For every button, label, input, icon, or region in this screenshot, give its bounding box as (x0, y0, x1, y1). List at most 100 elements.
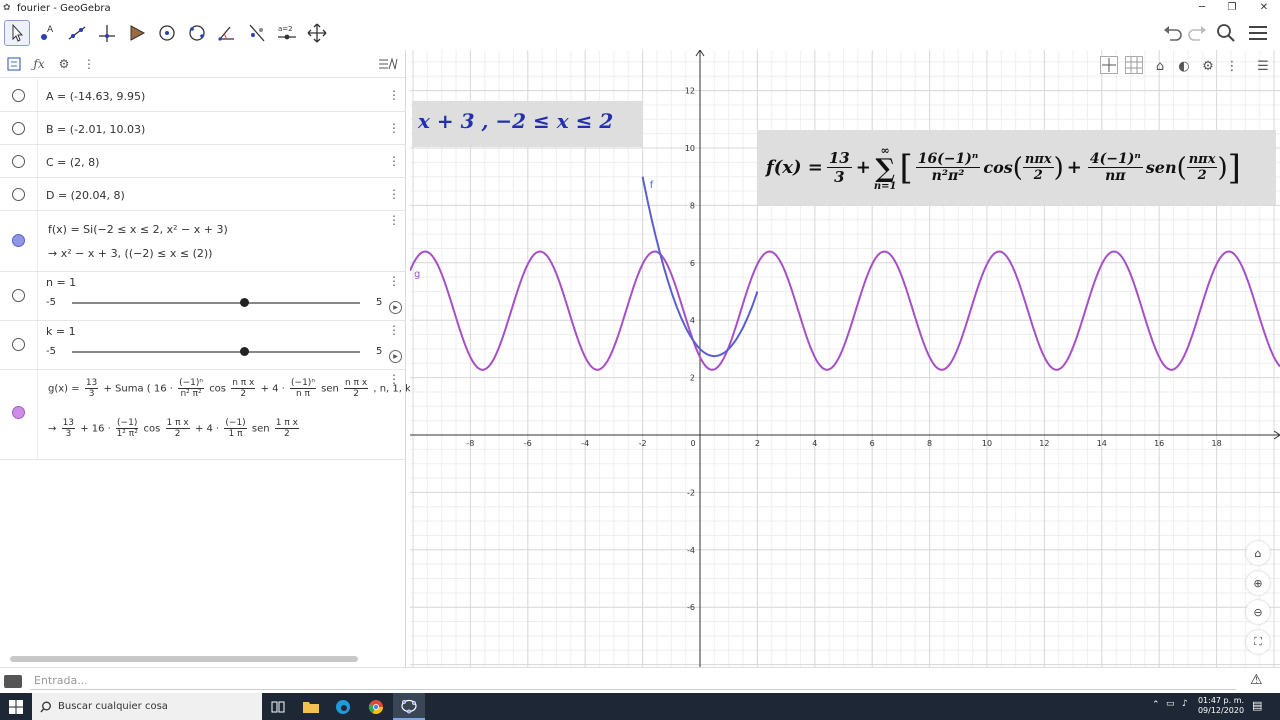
visibility-toggle[interactable] (12, 406, 25, 419)
row-menu-icon[interactable]: ⋮ (388, 121, 400, 135)
graphics-settings-button[interactable]: ⚙ (1197, 56, 1219, 76)
algebra-more-button[interactable]: ⋮ (78, 53, 100, 75)
algebra-row-B[interactable]: B = (-2.01, 10.03) ⋮ (0, 112, 406, 145)
slider-k-knob[interactable] (240, 347, 250, 356)
slider-n-min: -5 (46, 297, 56, 308)
visibility-toggle[interactable] (12, 122, 25, 135)
frac-num: 1 π x (165, 418, 190, 429)
input-field[interactable]: Entrada... (30, 672, 1236, 690)
toggle-axes-button[interactable] (1100, 56, 1122, 76)
slider-n-knob[interactable] (240, 298, 250, 307)
row-menu-icon[interactable]: ⋮ (388, 323, 400, 337)
formula-num: nπx (1186, 152, 1218, 168)
row-menu-icon[interactable]: ⋮ (388, 88, 400, 102)
toggle-style-bar-button[interactable] (377, 53, 399, 75)
function-icon: ƒx (33, 56, 45, 71)
system-clock[interactable]: 01:47 p. m. 09/12/2020 (1196, 696, 1246, 716)
slider-icon: a=2 (278, 25, 296, 40)
frac-num: n π x (231, 378, 256, 389)
taskbar-search[interactable]: Buscar cualquier cosa (32, 693, 262, 720)
algebra-row-C[interactable]: C = (2, 8) ⋮ (0, 145, 406, 178)
color-style-button[interactable]: ◐ (1173, 56, 1195, 76)
algebra-settings-button[interactable]: ⚙ (53, 53, 75, 75)
volume-icon[interactable]: ♪ (1182, 699, 1188, 709)
algebra-row-g[interactable]: g(x) = 13 3 + Suma ( 16 · (−1)ⁿ n² π² cos … (0, 370, 418, 460)
point-tool[interactable]: A (34, 20, 60, 46)
tray-chevron-icon[interactable]: ⌃ (1152, 700, 1160, 710)
minimize-button[interactable]: ─ (1186, 0, 1218, 16)
visibility-toggle[interactable] (12, 188, 25, 201)
row-menu-icon[interactable]: ⋮ (388, 187, 400, 201)
main-menu-button[interactable] (1246, 22, 1270, 44)
zoom-out-button[interactable]: ⊖ (1246, 600, 1270, 624)
reflect-tool[interactable] (244, 20, 270, 46)
algebra-row-D[interactable]: D = (20.04, 8) ⋮ (0, 178, 406, 211)
angle-tool[interactable] (214, 20, 240, 46)
edge-button[interactable] (327, 693, 359, 720)
graphics-more-button[interactable]: ⋮ (1221, 56, 1243, 76)
slider-k-track[interactable] (72, 351, 360, 353)
visibility-toggle[interactable] (12, 234, 25, 247)
fraction: n π x2 (231, 378, 256, 399)
keyboard-icon[interactable] (4, 675, 22, 688)
slider-tool[interactable]: a=2 (274, 20, 300, 46)
network-icon[interactable]: ▭ (1166, 699, 1175, 709)
play-icon: ▶ (393, 353, 398, 360)
label-f: f (650, 180, 654, 191)
polygon-tool[interactable] (124, 20, 150, 46)
toggle-grid-button[interactable] (1125, 56, 1147, 76)
help-warning-icon[interactable]: ⚠ (1250, 672, 1263, 688)
move-arrows-icon (307, 23, 327, 43)
undo-button[interactable] (1160, 22, 1184, 44)
start-button[interactable] (0, 693, 32, 720)
chrome-button[interactable] (360, 693, 392, 720)
move-graphics-tool[interactable] (304, 20, 330, 46)
algebra-row-slider-k[interactable]: k = 1 -5 5 ▶ ⋮ (0, 321, 406, 370)
x-tick-label: 8 (927, 439, 932, 448)
geogebra-taskbar-button[interactable] (393, 693, 425, 720)
search-button[interactable] (1214, 22, 1238, 44)
notifications-icon[interactable]: ▤ (1252, 699, 1262, 712)
hamburger-menu-icon (1249, 26, 1267, 40)
perpendicular-tool[interactable] (94, 20, 120, 46)
algebra-row-slider-n[interactable]: n = 1 -5 5 ▶ ⋮ (0, 272, 406, 321)
graphics-style-bar-toggle[interactable]: ☰ (1252, 56, 1274, 76)
row-menu-icon[interactable]: ⋮ (388, 372, 400, 386)
x-tick-label: 4 (812, 439, 817, 448)
visibility-toggle[interactable] (12, 155, 25, 168)
algebra-row-A[interactable]: A = (-14.63, 9.95) ⋮ (0, 79, 406, 112)
redo-button[interactable] (1186, 22, 1210, 44)
close-button[interactable]: ✕ (1248, 0, 1280, 16)
maximize-button[interactable]: ❐ (1216, 0, 1248, 16)
row-menu-icon[interactable]: ⋮ (388, 154, 400, 168)
task-view-button[interactable] (262, 693, 294, 720)
zoom-in-button[interactable]: ⊕ (1246, 571, 1270, 595)
algebra-horizontal-scrollbar[interactable] (10, 656, 358, 662)
visibility-toggle[interactable] (12, 89, 25, 102)
fullscreen-icon: ⛶ (1254, 635, 1262, 648)
play-animation-button[interactable]: ▶ (389, 350, 402, 363)
home-view-button[interactable]: ⌂ (1246, 541, 1270, 565)
visibility-toggle[interactable] (12, 338, 25, 351)
row-menu-icon[interactable]: ⋮ (388, 213, 400, 227)
algebra-description-button[interactable] (3, 53, 25, 75)
fraction: (−1) 1 π (224, 418, 247, 439)
circle-three-points-tool[interactable] (184, 20, 210, 46)
slider-n-track[interactable] (72, 302, 360, 304)
fullscreen-button[interactable]: ⛶ (1246, 630, 1270, 654)
move-tool[interactable] (4, 20, 30, 46)
file-explorer-button[interactable] (295, 693, 327, 720)
standard-view-button[interactable]: ⌂ (1149, 56, 1171, 76)
slider-k-max: 5 (376, 346, 383, 357)
algebra-row-f[interactable]: f(x) = Si(−2 ≤ x ≤ 2, x² − x + 3) → x² −… (0, 211, 406, 272)
graphics-view[interactable]: -8 -6 -4 -2 0 2 4 6 8 10 12 14 16 18 12 10 8 6 4 2 -2 -4 -6 f g … (410, 50, 1280, 667)
algebra-header: ƒx ⚙ ⋮ (0, 50, 405, 78)
x-tick-label: -2 (639, 439, 647, 448)
fraction: (−1)ⁿ n π (290, 378, 316, 399)
fx-button[interactable]: ƒx (28, 53, 50, 75)
visibility-toggle[interactable] (12, 289, 25, 302)
circle-tool[interactable] (154, 20, 180, 46)
play-animation-button[interactable]: ▶ (389, 301, 402, 314)
line-tool[interactable] (64, 20, 90, 46)
row-menu-icon[interactable]: ⋮ (388, 274, 400, 288)
